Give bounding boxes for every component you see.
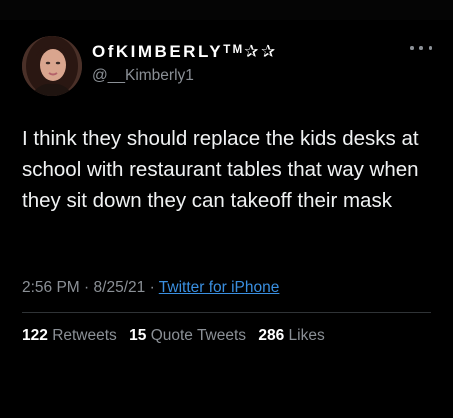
display-name[interactable]: OfKIMBERLYᵀᴹ✰✰ (92, 42, 278, 62)
top-strip (0, 0, 453, 20)
profile-photo-icon (22, 36, 82, 96)
tweet-text: I think they should replace the kids des… (22, 127, 419, 212)
more-options-icon[interactable] (410, 42, 432, 54)
retweets-count: 122 (22, 327, 48, 344)
tweet-source-link[interactable]: Twitter for iPhone (159, 279, 280, 296)
retweets-stat[interactable]: 122 Retweets (22, 327, 121, 344)
likes-label: Likes (288, 327, 325, 344)
dot-icon (428, 46, 432, 50)
username[interactable]: @__Kimberly1 (92, 67, 194, 85)
dot-icon (410, 46, 414, 50)
likes-stat[interactable]: 286 Likes (258, 327, 324, 344)
retweets-label: Retweets (52, 327, 117, 344)
divider (22, 312, 431, 313)
dot-icon (419, 46, 423, 50)
quote-tweets-count: 15 (129, 327, 147, 344)
likes-count: 286 (258, 327, 285, 344)
avatar[interactable] (22, 36, 82, 96)
quote-tweets-stat[interactable]: 15 Quote Tweets (129, 327, 250, 344)
tweet-time[interactable]: 2:56 PM (22, 279, 80, 296)
meta-separator: · (84, 279, 90, 296)
tweet-stats: 122 Retweets 15 Quote Tweets 286 Likes (22, 327, 333, 345)
tweet-meta: 2:56 PM · 8/25/21 · Twitter for iPhone (22, 279, 279, 297)
quote-tweets-label: Quote Tweets (150, 327, 247, 344)
meta-separator: · (149, 279, 155, 296)
tweet-date[interactable]: 8/25/21 (94, 279, 146, 296)
